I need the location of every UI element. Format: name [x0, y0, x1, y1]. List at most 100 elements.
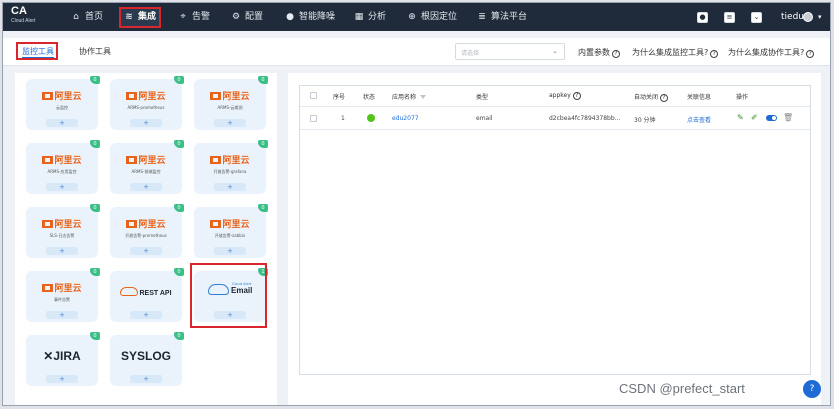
add-integration-button[interactable]: + [130, 311, 162, 319]
tool-card-arms-prometheus[interactable]: 0 阿里云 ARMS-prometheus + [110, 76, 184, 130]
count-badge: 0 [258, 140, 268, 148]
nav-item-noise-reduction[interactable]: ● 智能降噪 [285, 3, 335, 31]
filter-icon[interactable] [420, 95, 427, 99]
wrench-icon[interactable]: ✐ [751, 113, 758, 122]
delete-icon[interactable]: 🗑 [783, 113, 793, 122]
tool-card-rest-api[interactable]: 0 REST API + [110, 268, 184, 322]
nav-label: 根因定位 [421, 12, 458, 22]
row-divider [300, 129, 810, 130]
nav-item-alerts[interactable]: ⌖ 告警 [178, 3, 210, 31]
count-badge: 0 [90, 332, 100, 340]
count-badge: 0 [174, 204, 184, 212]
builtin-params-link[interactable]: 内置参数? [578, 47, 620, 58]
active-tab-underline [22, 57, 54, 58]
add-integration-button[interactable]: + [214, 183, 246, 191]
aliyun-logo: 阿里云 [110, 217, 182, 230]
col-header-app[interactable]: 应用名称 [392, 92, 427, 101]
tool-card-aliyun-cloudmonitor[interactable]: 0 阿里云 云监控 + [26, 76, 100, 130]
col-header-autoclose: 自动关闭? [634, 92, 669, 102]
chart-icon: ▦ [354, 12, 364, 22]
aliyun-logo: 阿里云 [26, 217, 98, 230]
tool-select[interactable]: 请选择 ⌄ [455, 43, 565, 60]
count-badge: 0 [174, 76, 184, 84]
col-header-appkey: appkey? [549, 92, 581, 100]
col-header-appkey-label: appkey [549, 92, 571, 99]
cloud-icon [120, 287, 139, 296]
cell-index: 1 [341, 115, 345, 122]
message-icon[interactable]: ≡ [724, 12, 735, 23]
col-header-autoclose-label: 自动关闭 [634, 94, 659, 101]
app-frame: CA Cloud Alert ⌂ 首页 ≋ 集成 ⌖ 告警 ⚙ 配置 ● 智能降噪 ▦ 分析… [2, 2, 831, 406]
nav-item-algorithm[interactable]: ≣ 算法平台 [477, 3, 527, 31]
why-collab-link[interactable]: 为什么集成协作工具?? [728, 47, 815, 58]
add-integration-button[interactable]: + [130, 247, 162, 255]
help-icon[interactable]: ? [572, 92, 581, 100]
brand-logo[interactable]: CA Cloud Alert [11, 6, 57, 24]
tool-card-syslog[interactable]: 0 SYSLOG + [110, 332, 184, 386]
integration-table-panel: 序号 状态 应用名称 类型 appkey? 自动关闭? 关联信息 操作 1 ed… [288, 73, 821, 405]
count-badge: 0 [90, 140, 100, 148]
aliyun-logo: 阿里云 [194, 153, 266, 166]
select-all-checkbox[interactable] [310, 92, 317, 99]
add-integration-button[interactable]: + [46, 311, 78, 319]
help-icon: ? [710, 50, 719, 58]
cell-app-name[interactable]: edu2077 [392, 115, 419, 122]
cell-type: email [476, 115, 493, 122]
algorithm-icon: ≣ [478, 12, 486, 22]
tool-card-grafana[interactable]: 0 阿里云 开放告警-grafana + [194, 140, 268, 194]
add-integration-button[interactable]: + [46, 119, 78, 127]
tool-card-arms-apm[interactable]: 0 阿里云 ARMS-应用监控 + [26, 140, 100, 194]
tab-collab-tools[interactable]: 协作工具 [79, 45, 111, 59]
tool-card-arms-synthetic[interactable]: 0 阿里云 ARMS-云拨测 + [194, 76, 268, 130]
nav-label: 算法平台 [491, 12, 528, 22]
tool-card-jira[interactable]: 0 ✕JIRA + [26, 332, 100, 386]
add-integration-button[interactable]: + [214, 247, 246, 255]
avatar[interactable] [803, 12, 813, 22]
tool-card-open-prometheus[interactable]: 0 阿里云 开放告警-prometheus + [110, 204, 184, 258]
logo-text: SYSLOG [120, 349, 171, 363]
nav-item-analysis[interactable]: ▦ 分析 [354, 3, 386, 31]
tool-caption: ARMS-应用监控 [47, 169, 77, 174]
tool-card-zabbix[interactable]: 0 阿里云 开放告警-zabbix + [194, 204, 268, 258]
integration-table: 序号 状态 应用名称 类型 appkey? 自动关闭? 关联信息 操作 1 ed… [299, 85, 811, 375]
nav-item-integration[interactable]: ≋ 集成 [124, 3, 156, 31]
nav-item-home[interactable]: ⌂ 首页 [71, 3, 103, 31]
tool-card-sls-log[interactable]: 0 阿里云 SLS-日志告警 + [26, 204, 100, 258]
add-integration-button[interactable]: + [130, 375, 162, 383]
nav-item-root-cause[interactable]: ⊕ 根因定位 [407, 3, 457, 31]
nav-label: 告警 [192, 12, 211, 22]
add-integration-button[interactable]: + [46, 375, 78, 383]
edit-icon[interactable]: ✎ [737, 113, 744, 122]
add-integration-button[interactable]: + [46, 183, 78, 191]
brand-name: Cloud Alert [11, 18, 36, 24]
logo-text: 阿里云 [54, 91, 82, 101]
jira-icon: ✕ [43, 349, 54, 363]
logo-text: 阿里云 [222, 91, 250, 101]
add-integration-button[interactable]: + [46, 247, 78, 255]
nav-item-config[interactable]: ⚙ 配置 [231, 3, 263, 31]
tool-card-event-alert[interactable]: 0 阿里云 事件告警 + [26, 268, 100, 322]
add-integration-button[interactable]: + [130, 119, 162, 127]
aliyun-logo: 阿里云 [110, 89, 182, 102]
add-integration-button[interactable]: + [130, 183, 162, 191]
nav-label: 智能降噪 [299, 12, 336, 22]
why-monitor-link[interactable]: 为什么集成监控工具?? [632, 47, 719, 58]
row-checkbox[interactable] [310, 115, 317, 122]
nav-label: 首页 [85, 12, 104, 22]
logo-text: REST API [139, 290, 172, 297]
caret-down-icon[interactable]: ▾ [818, 13, 822, 21]
enable-toggle[interactable] [766, 115, 777, 121]
add-integration-button[interactable]: + [214, 119, 246, 127]
sub-tab-bar: 监控工具 协作工具 请选择 ⌄ 内置参数? 为什么集成监控工具?? 为什么集成协… [3, 38, 830, 66]
help-float-button[interactable]: ? [803, 380, 821, 398]
help-icon[interactable]: ? [660, 94, 669, 102]
select-placeholder: 请选择 [461, 50, 480, 57]
tool-caption: ARMS-前端监控 [131, 169, 161, 174]
download-icon[interactable]: ⌄ [751, 12, 762, 23]
tool-card-arms-frontend[interactable]: 0 阿里云 ARMS-前端监控 + [110, 140, 184, 194]
tool-caption: ARMS-prometheus [127, 105, 165, 110]
cell-autoclose: 30 分钟 [634, 117, 656, 124]
notification-icon[interactable]: ● [697, 12, 708, 23]
view-related-link[interactable]: 点击查看 [687, 115, 711, 124]
count-badge: 0 [90, 204, 100, 212]
